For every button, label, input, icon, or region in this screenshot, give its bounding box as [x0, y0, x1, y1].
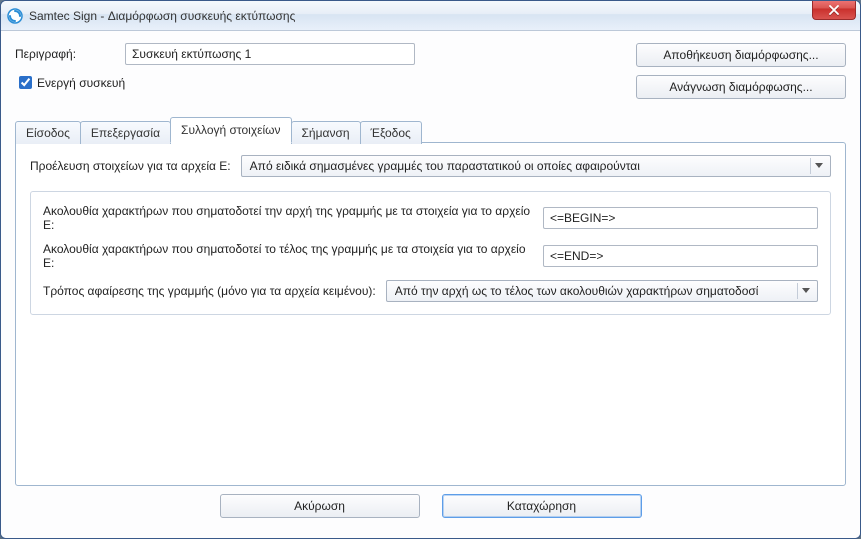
submit-button[interactable]: Καταχώρηση [442, 494, 642, 518]
window-title: Samtec Sign - Διαμόρφωση συσκευής εκτύπω… [29, 9, 854, 23]
tab-marking[interactable]: Σήμανση [291, 121, 361, 144]
dialog-footer: Ακύρωση Καταχώρηση [15, 486, 846, 530]
begin-marker-label: Ακολουθία χαρακτήρων που σηματοδοτεί την… [43, 204, 533, 232]
remove-mode-combo[interactable]: Από την αρχή ως το τέλος των ακολουθιών … [386, 280, 818, 302]
description-input[interactable] [125, 43, 415, 65]
tab-panel-data-collection: Προέλευση στοιχείων για τα αρχεία E: Από… [15, 142, 846, 486]
remove-mode-label: Τρόπος αφαίρεσης της γραμμής (μόνο για τ… [43, 284, 376, 298]
source-combo[interactable]: Από ειδικά σημασμένες γραμμές του παραστ… [241, 155, 831, 177]
end-marker-input[interactable] [543, 245, 818, 267]
begin-marker-input[interactable] [543, 207, 818, 229]
close-button[interactable] [812, 0, 856, 20]
titlebar: Samtec Sign - Διαμόρφωση συσκευής εκτύπω… [1, 1, 860, 31]
source-label: Προέλευση στοιχείων για τα αρχεία E: [30, 159, 231, 173]
app-icon [7, 8, 23, 24]
tab-data-collection[interactable]: Συλλογή στοιχείων [170, 117, 291, 143]
dialog-window: Samtec Sign - Διαμόρφωση συσκευής εκτύπω… [0, 0, 861, 539]
header-area: Περιγραφή: Ενεργή συσκευή Αποθήκευση δια… [15, 43, 846, 113]
end-marker-label: Ακολουθία χαρακτήρων που σηματοδοτεί το … [43, 242, 533, 270]
remove-mode-value: Από την αρχή ως το τέλος των ακολουθιών … [395, 284, 759, 298]
load-config-button[interactable]: Ανάγνωση διαμόρφωσης... [636, 75, 846, 99]
active-device-checkbox[interactable] [19, 76, 32, 89]
chevron-down-icon [797, 283, 813, 299]
tab-processing[interactable]: Επεξεργασία [80, 121, 171, 144]
dialog-body: Περιγραφή: Ενεργή συσκευή Αποθήκευση δια… [1, 31, 860, 538]
marker-group: Ακολουθία χαρακτήρων που σηματοδοτεί την… [30, 191, 831, 315]
cancel-button[interactable]: Ακύρωση [220, 494, 420, 518]
tabstrip: Είσοδος Επεξεργασία Συλλογή στοιχείων Σή… [15, 117, 846, 143]
chevron-down-icon [810, 158, 826, 174]
tab-input[interactable]: Είσοδος [15, 121, 81, 144]
active-device-label: Ενεργή συσκευή [37, 76, 125, 90]
source-combo-value: Από ειδικά σημασμένες γραμμές του παραστ… [250, 159, 640, 173]
save-config-button[interactable]: Αποθήκευση διαμόρφωσης... [636, 43, 846, 67]
description-label: Περιγραφή: [15, 47, 125, 61]
tab-output[interactable]: Έξοδος [360, 121, 422, 144]
